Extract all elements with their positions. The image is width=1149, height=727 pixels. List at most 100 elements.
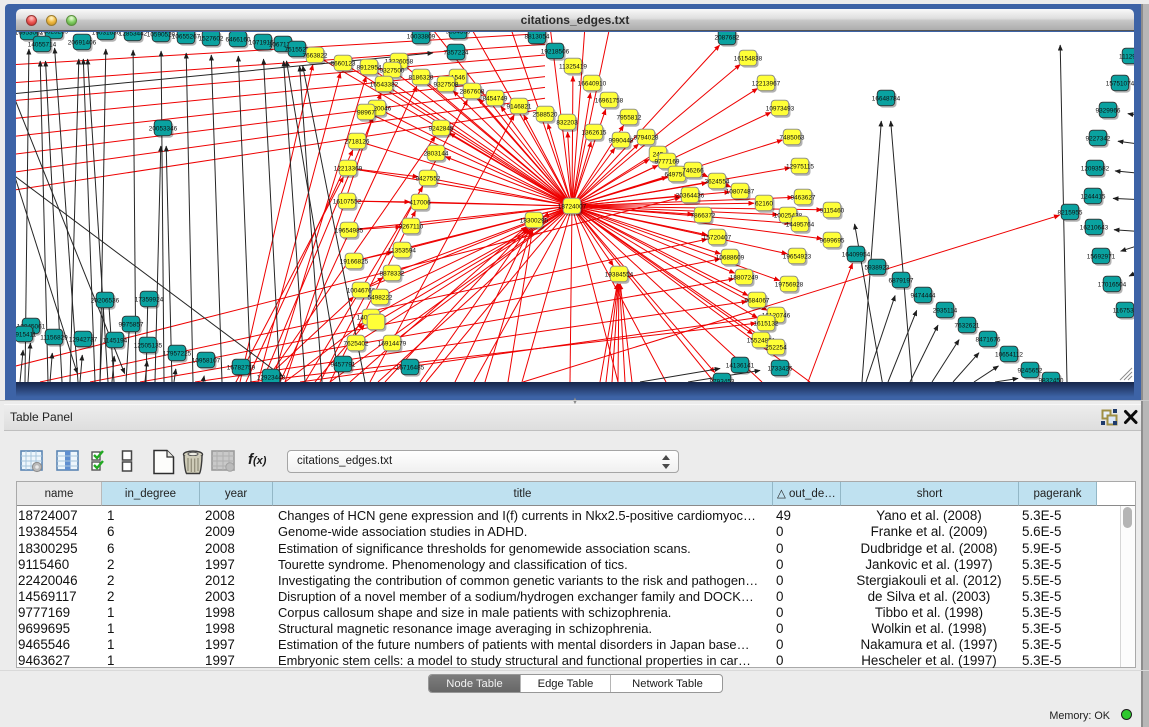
svg-text:15720407: 15720407	[703, 234, 732, 241]
svg-text:2867608: 2867608	[460, 88, 485, 95]
svg-text:2087682: 2087682	[715, 34, 740, 41]
svg-text:1615132: 1615132	[754, 320, 779, 327]
svg-text:6879197: 6879197	[889, 277, 914, 284]
svg-text:9474444: 9474444	[911, 292, 936, 299]
svg-text:9146821: 9146821	[507, 103, 532, 110]
svg-text:18724007: 18724007	[558, 203, 587, 210]
svg-text:9463627: 9463627	[791, 194, 816, 201]
svg-text:252254: 252254	[765, 344, 787, 351]
svg-text:5938923: 5938923	[865, 264, 890, 271]
svg-text:9242848: 9242848	[429, 125, 454, 132]
svg-text:8813054: 8813054	[525, 33, 550, 40]
svg-text:20206536: 20206536	[91, 297, 120, 304]
svg-text:8471676: 8471676	[976, 336, 1001, 343]
svg-text:9327508: 9327508	[434, 81, 459, 88]
svg-text:1167533: 1167533	[1113, 307, 1134, 314]
svg-text:2803144: 2803144	[424, 150, 449, 157]
svg-text:12213967: 12213967	[752, 80, 781, 87]
svg-text:2718126: 2718126	[345, 138, 370, 145]
svg-text:9245652: 9245652	[1018, 367, 1043, 374]
svg-text:12853442: 12853442	[119, 32, 148, 37]
svg-text:10973493: 10973493	[766, 105, 795, 112]
svg-text:7955812: 7955812	[617, 114, 642, 121]
svg-text:5498222: 5498222	[368, 294, 393, 301]
svg-text:19756928: 19756928	[775, 281, 804, 288]
svg-text:10655267: 10655267	[172, 33, 201, 40]
svg-text:10033809: 10033809	[407, 33, 436, 40]
svg-text:3915411: 3915411	[16, 331, 37, 338]
svg-text:7625402: 7625402	[344, 340, 369, 347]
svg-text:7632621: 7632621	[955, 322, 980, 329]
svg-text:11156829: 11156829	[40, 334, 68, 341]
svg-text:12213369: 12213369	[334, 165, 363, 172]
svg-text:20364436: 20364436	[676, 192, 705, 199]
svg-text:9990448: 9990448	[609, 137, 634, 144]
svg-text:15692971: 15692971	[1087, 253, 1116, 260]
svg-text:14495764: 14495764	[786, 221, 815, 228]
svg-text:18807249: 18807249	[730, 274, 759, 281]
svg-text:9699695: 9699695	[820, 237, 845, 244]
svg-text:10958107: 10958107	[192, 357, 221, 364]
svg-text:1362615: 1362615	[582, 129, 607, 136]
svg-text:14055714: 14055714	[28, 41, 57, 48]
svg-text:3267110: 3267110	[399, 223, 424, 230]
svg-text:14136141: 14136141	[726, 362, 755, 369]
svg-text:17016504: 17016504	[1098, 281, 1127, 288]
svg-text:832203: 832203	[556, 119, 578, 126]
svg-text:16154838: 16154838	[734, 55, 763, 62]
svg-text:8660123: 8660123	[331, 60, 356, 67]
svg-text:98967: 98967	[357, 109, 375, 116]
svg-text:417006: 417006	[409, 199, 431, 206]
svg-text:16648784: 16648784	[872, 95, 901, 102]
svg-text:8454749: 8454749	[483, 95, 508, 102]
svg-text:16782759: 16782759	[227, 364, 256, 371]
svg-text:16210643: 16210643	[1080, 224, 1109, 231]
svg-text:16914479: 16914479	[378, 340, 407, 347]
svg-text:15751074: 15751074	[1106, 80, 1134, 87]
svg-text:11353594: 11353594	[388, 247, 416, 254]
svg-text:9457791: 9457791	[331, 361, 356, 368]
svg-text:12923448: 12923448	[257, 374, 286, 381]
svg-text:8215955: 8215955	[1058, 209, 1083, 216]
svg-text:8878332: 8878332	[380, 270, 405, 277]
svg-text:7663822: 7663822	[303, 52, 328, 59]
svg-text:9975857: 9975857	[119, 321, 144, 328]
svg-text:20691406: 20691406	[68, 39, 97, 46]
svg-text:2935114: 2935114	[933, 307, 958, 314]
svg-text:9329966: 9329966	[1096, 107, 1121, 114]
svg-text:19654985: 19654985	[335, 227, 364, 234]
svg-text:19654923: 19654923	[783, 253, 812, 260]
svg-text:7357224: 7357224	[444, 49, 469, 56]
svg-text:18300295: 18300295	[520, 217, 549, 224]
svg-text:15716485: 15716485	[396, 364, 425, 371]
svg-text:19218506: 19218506	[541, 48, 570, 55]
svg-text:9794028: 9794028	[634, 134, 659, 141]
svg-text:1145194: 1145194	[103, 337, 128, 344]
svg-text:9327500: 9327500	[380, 67, 405, 74]
svg-text:6466160: 6466160	[226, 36, 251, 43]
svg-text:1733426: 1733426	[768, 365, 793, 372]
svg-text:19166825: 19166825	[340, 258, 369, 265]
svg-text:10625269: 10625269	[40, 32, 69, 35]
svg-text:16640910: 16640910	[578, 80, 607, 87]
svg-text:9634509: 9634509	[446, 32, 471, 35]
svg-text:10654112: 10654112	[995, 351, 1023, 358]
svg-text:62160: 62160	[755, 200, 773, 207]
svg-text:19384554: 19384554	[605, 271, 634, 278]
svg-text:2588520: 2588520	[533, 111, 558, 118]
svg-text:16961758: 16961758	[595, 97, 624, 104]
svg-text:12975115: 12975115	[786, 163, 814, 170]
svg-text:7485063: 7485063	[780, 134, 805, 141]
svg-text:12942737: 12942737	[69, 336, 98, 343]
svg-text:10688609: 10688609	[716, 254, 745, 261]
svg-text:12093582: 12093582	[1081, 165, 1110, 172]
svg-text:7866372: 7866372	[691, 212, 716, 219]
svg-text:3624554: 3624554	[705, 178, 730, 185]
svg-text:17359924: 17359924	[135, 296, 164, 303]
svg-text:20053346: 20053346	[149, 125, 178, 132]
svg-text:9777169: 9777169	[655, 158, 680, 165]
svg-text:1244415: 1244415	[1081, 193, 1106, 200]
svg-text:17957225: 17957225	[163, 350, 192, 357]
svg-text:1527602: 1527602	[199, 35, 224, 42]
svg-text:16409954: 16409954	[842, 251, 871, 258]
